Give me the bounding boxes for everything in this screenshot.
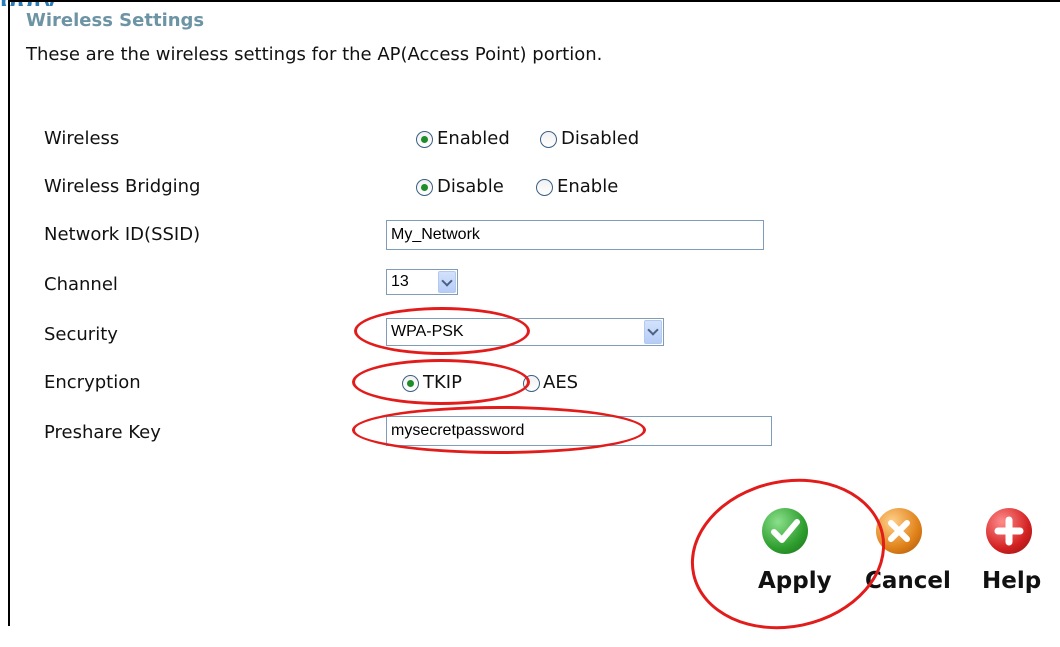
security-value: WPA-PSK [391, 323, 464, 340]
bridging-label: Wireless Bridging [44, 176, 201, 197]
preshare-label: Preshare Key [44, 422, 161, 443]
wireless-disabled-text: Disabled [561, 128, 640, 149]
apply-icon-button[interactable] [762, 508, 808, 554]
encryption-aes-text: AES [543, 372, 579, 393]
section-description: These are the wireless settings for the … [26, 44, 603, 65]
x-icon [888, 520, 910, 542]
wireless-label: Wireless [44, 128, 120, 149]
apply-button-label[interactable]: Apply [758, 568, 832, 594]
help-icon-button[interactable] [986, 508, 1032, 554]
chevron-down-icon[interactable] [438, 271, 456, 293]
channel-select[interactable]: 13 [386, 269, 458, 295]
security-label: Security [44, 324, 118, 345]
ssid-label: Network ID(SSID) [44, 224, 201, 245]
ssid-input[interactable]: My_Network [386, 220, 764, 250]
help-button-label[interactable]: Help [982, 568, 1041, 594]
encryption-tkip-radio[interactable] [402, 375, 419, 392]
channel-label: Channel [44, 274, 118, 295]
wireless-settings-panel: Wireless Settings These are the wireless… [8, 0, 1060, 647]
security-select[interactable]: WPA-PSK [386, 318, 664, 346]
encryption-tkip-text: TKIP [423, 372, 462, 393]
encryption-aes-radio[interactable] [523, 375, 540, 392]
bridging-enable-text: Enable [557, 176, 619, 197]
cancel-icon-button[interactable] [876, 508, 922, 554]
wireless-disabled-radio[interactable] [540, 131, 557, 148]
cancel-button-label[interactable]: Cancel [865, 568, 951, 594]
chevron-down-icon[interactable] [644, 320, 662, 344]
encryption-label: Encryption [44, 372, 141, 393]
wireless-enabled-radio[interactable] [416, 131, 433, 148]
bridging-enable-radio[interactable] [536, 179, 553, 196]
check-icon [771, 519, 800, 543]
channel-value: 13 [391, 273, 409, 290]
bridging-disable-text: Disable [437, 176, 504, 197]
section-title: Wireless Settings [26, 10, 205, 31]
annotation-circle-apply [676, 461, 900, 647]
bridging-disable-radio[interactable] [416, 179, 433, 196]
plus-icon [994, 516, 1024, 546]
wireless-enabled-text: Enabled [437, 128, 510, 149]
preshare-key-input[interactable]: mysecretpassword [386, 416, 772, 446]
